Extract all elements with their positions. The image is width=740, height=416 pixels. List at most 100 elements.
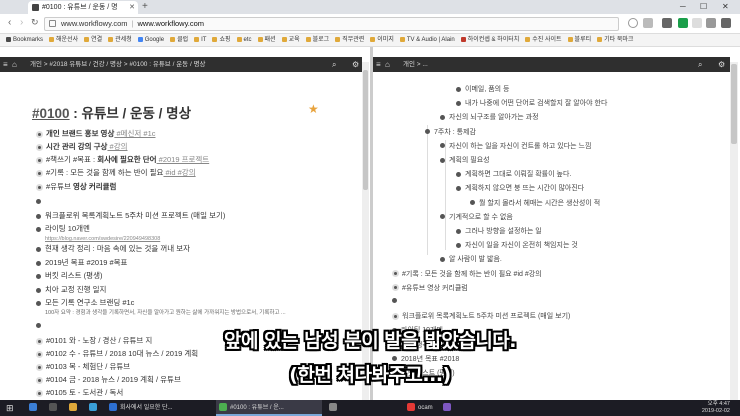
taskbar-item[interactable] xyxy=(46,400,62,416)
left-scroll-thumb[interactable] xyxy=(363,70,368,190)
bullet-icon[interactable] xyxy=(36,226,41,232)
list-item[interactable]: #책쓰기 #목표 : 회사에 필요한 단어 #2019 프로젝트 xyxy=(36,154,209,165)
bullet-icon[interactable] xyxy=(36,287,41,293)
bullet-icon[interactable] xyxy=(36,389,43,397)
menu-icon[interactable]: ≡ xyxy=(376,57,381,72)
taskbar-item[interactable] xyxy=(66,400,82,416)
list-item[interactable]: https://blog.naver.com/swdesire/22094949… xyxy=(45,233,160,242)
list-item[interactable]: #0105 토 - 도서관 / 독서 xyxy=(36,387,123,398)
list-item[interactable]: 이메일, 품의 등 xyxy=(456,84,509,94)
extension-icon[interactable] xyxy=(706,18,716,28)
bookmark-item[interactable]: 블로그 xyxy=(305,34,329,46)
list-item[interactable] xyxy=(36,196,45,205)
heart-icon[interactable] xyxy=(628,18,638,28)
list-item[interactable]: #기록 : 모든 것을 함께 하는 반이 필요 #id #강의 xyxy=(392,269,542,279)
taskbar-item[interactable]: 회사에서 일요한 단... xyxy=(106,400,212,416)
bullet-icon[interactable] xyxy=(440,157,445,163)
browser-tab[interactable]: #0100 : 유튜브 / 운동 / 명 ✕ xyxy=(28,1,138,14)
bullet-icon[interactable] xyxy=(456,186,461,192)
list-item[interactable]: 자신의 뇌구조를 알아가는 과정 xyxy=(440,112,539,122)
list-item[interactable]: 그러나 방향을 설정하는 일 xyxy=(456,226,542,236)
bookmark-item[interactable]: Bookmarks xyxy=(6,34,43,46)
bullet-icon[interactable] xyxy=(456,100,461,106)
list-item[interactable]: 자신이 일을 자신이 온전히 책임지는 것 xyxy=(456,240,578,250)
forward-button[interactable]: › xyxy=(20,17,23,28)
bullet-icon[interactable] xyxy=(36,183,43,191)
bookmark-item[interactable]: 연결 xyxy=(84,34,102,46)
list-item[interactable]: 계획의 필요성 xyxy=(440,155,490,165)
extension-green-icon[interactable] xyxy=(678,18,688,28)
bullet-icon[interactable] xyxy=(456,171,461,177)
list-item[interactable]: 7주차 : 통제감 xyxy=(425,127,476,137)
bullet-icon[interactable] xyxy=(36,130,43,138)
start-button[interactable]: ⊞ xyxy=(6,400,14,416)
list-item[interactable]: 워크플로위 목록계획노트 5주차 미션 프로젝트 (매일 보기) xyxy=(392,311,570,321)
list-item[interactable]: 버킷 리스트 (평생) xyxy=(36,270,102,281)
taskbar-item[interactable]: ocam xyxy=(404,400,436,416)
bullet-icon[interactable] xyxy=(425,129,430,135)
item-tags[interactable]: #메신저 #1c xyxy=(114,129,155,138)
taskbar-item[interactable] xyxy=(326,400,396,416)
list-item[interactable]: 100자 요약 : 경험과 생각을 기록하면서, 자신을 알아가고 원하는 삶에… xyxy=(45,307,286,316)
bullet-icon[interactable] xyxy=(456,86,461,92)
bullet-icon[interactable] xyxy=(392,284,399,292)
back-button[interactable]: ‹ xyxy=(8,17,11,28)
bookmark-item[interactable]: 직무관련 xyxy=(335,34,364,46)
taskbar-item[interactable] xyxy=(440,400,456,416)
menu-icon[interactable]: ≡ xyxy=(3,57,8,72)
bookmark-item[interactable]: 클럽 xyxy=(170,34,188,46)
search-icon[interactable]: ⌕ xyxy=(698,57,702,72)
bookmark-item[interactable]: 하이컨셉 & 하이터치 xyxy=(460,34,519,46)
bullet-icon[interactable] xyxy=(440,257,445,263)
star-icon[interactable]: ★ xyxy=(308,102,319,116)
bullet-icon[interactable] xyxy=(470,200,475,206)
bullet-icon[interactable] xyxy=(36,143,43,151)
bullet-icon[interactable] xyxy=(440,214,445,220)
page-title[interactable]: #0100 : 유튜브 / 운동 / 명상 xyxy=(32,102,191,122)
home-icon[interactable]: ⌂ xyxy=(12,57,17,72)
taskbar-item[interactable] xyxy=(26,400,42,416)
bullet-icon[interactable] xyxy=(440,115,445,121)
bookmark-item[interactable]: 패션 xyxy=(257,34,276,46)
list-item[interactable]: #유튜브 영상 커리큘럼 xyxy=(392,283,468,293)
bookmark-item[interactable]: TV & Audio | Alain xyxy=(399,34,455,46)
taskbar-item[interactable]: #0100 : 유튜브 / 운... xyxy=(216,400,322,416)
bullet-icon[interactable] xyxy=(440,143,445,149)
taskbar-item[interactable] xyxy=(86,400,102,416)
list-item[interactable]: 2019년 목표 #2019 #목표 xyxy=(36,257,127,268)
list-item[interactable]: 기계적으로 할 수 없음 xyxy=(440,212,513,222)
list-item[interactable] xyxy=(392,297,401,304)
list-item[interactable]: 계획하면 그대로 이뤄질 확률이 높다. xyxy=(456,169,571,179)
bookmark-item[interactable]: 이미지 xyxy=(370,34,394,46)
bookmark-item[interactable]: 교육 xyxy=(281,34,300,46)
bookmark-item[interactable]: IT xyxy=(194,34,206,46)
list-item[interactable]: 개인 브랜드 홍보 영상 #메신저 #1c xyxy=(36,128,156,139)
item-tags[interactable]: #2019 프로젝트 xyxy=(157,155,210,164)
system-clock[interactable]: 오후 4:47 2019-02-02 xyxy=(702,401,730,415)
minimize-button[interactable]: ─ xyxy=(680,0,686,14)
item-tags[interactable]: #id #강의 xyxy=(163,168,196,177)
list-item[interactable]: #기록 : 모든 것을 함께 하는 반이 필요 #id #강의 xyxy=(36,167,196,178)
list-item[interactable]: 치아 교정 진행 일지 xyxy=(36,284,106,295)
bookmark-item[interactable]: etc xyxy=(236,34,252,46)
item-tags[interactable]: #강의 xyxy=(107,142,128,151)
gear-icon[interactable]: ⚙ xyxy=(718,57,725,72)
bullet-icon[interactable] xyxy=(36,246,41,252)
list-item[interactable]: 계획하지 않으면 붕 뜨는 시간이 많아진다 xyxy=(456,183,584,193)
bookmark-item[interactable]: 수진 사이트 xyxy=(525,34,562,46)
bullet-icon[interactable] xyxy=(36,260,41,266)
url-input[interactable]: www.workflowy.com | www.workflowy.com xyxy=(44,17,619,31)
bullet-icon[interactable] xyxy=(392,270,399,278)
bookmark-item[interactable]: 블루티 xyxy=(567,34,591,46)
bullet-icon[interactable] xyxy=(36,300,41,306)
list-item[interactable]: 시간 관리 강의 구상 #강의 xyxy=(36,141,128,152)
bookmark-item[interactable]: Google xyxy=(137,34,164,46)
breadcrumb[interactable]: 개인 > #2018 유튜브 / 건강 / 명상 > #0100 : 유튜브 /… xyxy=(30,57,206,72)
bookmark-item[interactable]: 해운선사 xyxy=(49,34,78,46)
camera-icon[interactable] xyxy=(662,18,672,28)
reload-button[interactable]: ↻ xyxy=(31,17,39,28)
bullet-icon[interactable] xyxy=(36,213,41,219)
tab-close-icon[interactable]: ✕ xyxy=(129,1,135,14)
bullet-icon[interactable] xyxy=(36,169,43,177)
bookmark-item[interactable]: 쇼핑 xyxy=(212,34,231,46)
